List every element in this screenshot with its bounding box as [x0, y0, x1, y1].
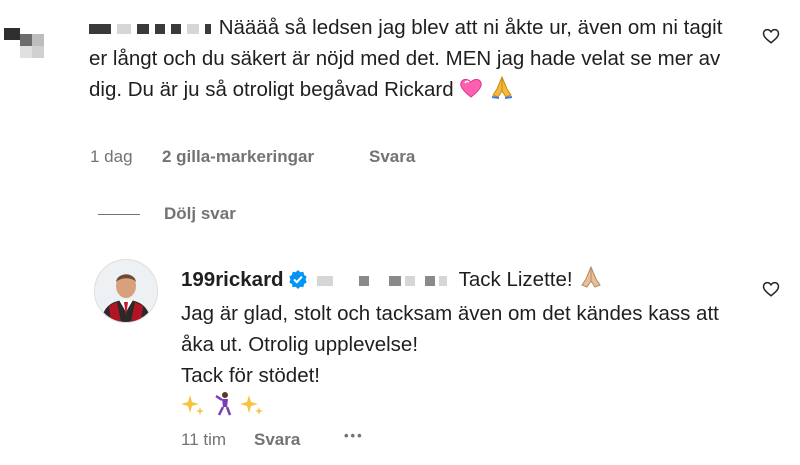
comment-meta: 1 dag [90, 147, 133, 167]
reply-body-text-2: Tack för stödet! [181, 364, 321, 387]
heart-outline-icon [762, 281, 780, 297]
redacted-username [89, 16, 219, 39]
reply-reply-button[interactable]: Svara [254, 430, 300, 450]
reply-body-text: Jag är glad, stolt och tacksam även om d… [181, 302, 719, 356]
folded-hands-emoji [489, 75, 515, 108]
comment-reply-button[interactable]: Svara [369, 147, 415, 167]
reply-label[interactable]: Svara [369, 147, 415, 166]
folded-hands-emoji [578, 265, 604, 298]
man-dancing-emoji [211, 391, 235, 426]
verified-badge-icon [288, 267, 308, 298]
reply-avatar[interactable] [94, 259, 158, 323]
comment-time: 1 dag [90, 147, 133, 166]
redacted-mention [312, 268, 459, 291]
reply-avatar-photo [95, 260, 157, 322]
reply-like-button[interactable] [762, 280, 780, 303]
comment-likes-link[interactable]: 2 gilla-markeringar [162, 147, 314, 167]
commenter-avatar[interactable] [4, 12, 56, 62]
hide-replies-button[interactable]: Dölj svar [164, 204, 236, 224]
reply-line-1: Tack Lizette! [458, 268, 573, 291]
reply-reply-label[interactable]: Svara [254, 430, 300, 449]
more-options-icon[interactable]: ••• [344, 428, 364, 443]
reply-time: 11 tim [181, 430, 227, 449]
sparkles-emoji [181, 393, 205, 426]
sparkles-emoji [240, 393, 264, 426]
heart-outline-icon [762, 28, 780, 44]
pink-heart-emoji [459, 77, 483, 108]
hide-replies-label[interactable]: Dölj svar [164, 204, 236, 223]
likes-count[interactable]: 2 gilla-markeringar [162, 147, 314, 166]
replies-divider [98, 214, 140, 215]
reply-username[interactable]: 199rickard [181, 268, 284, 291]
comment-like-button[interactable] [762, 27, 780, 50]
comment-body: Näääå så ledsen jag blev att ni åkte ur,… [89, 12, 739, 108]
reply-body: 199rickard Tack Lizette! Jag är glad, st… [181, 264, 741, 426]
